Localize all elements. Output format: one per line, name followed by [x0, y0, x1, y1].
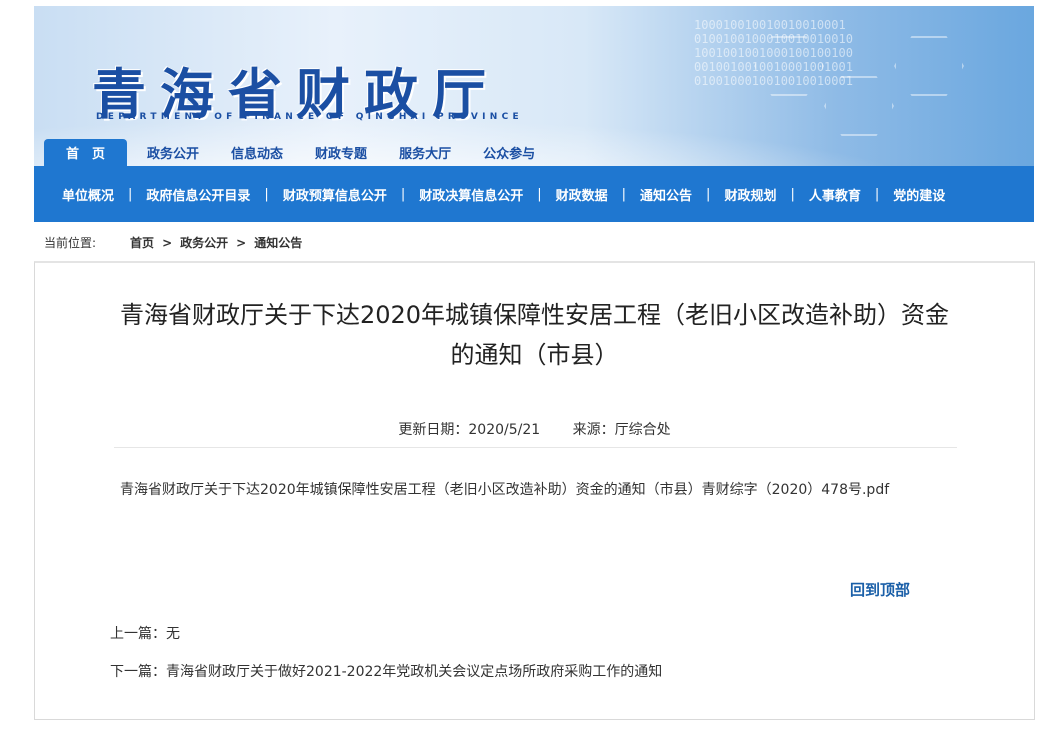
subnav-item-info-catalog[interactable]: 政府信息公开目录: [146, 185, 250, 204]
site-logo-subtitle: DEPARTMENT OF FINANCE OF QINGHAI PROVINC…: [96, 112, 523, 122]
subnav-separator: |: [537, 186, 542, 202]
subnav-item-final-accounts[interactable]: 财政决算信息公开: [419, 185, 523, 204]
next-article-link[interactable]: 下一篇：青海省财政厅关于做好2021-2022年党政机关会议定点场所政府采购工作…: [110, 661, 662, 681]
subnav-item-party-building[interactable]: 党的建设: [893, 185, 945, 204]
subnav-item-finance-data[interactable]: 财政数据: [556, 185, 608, 204]
tab-finance-topics[interactable]: 财政专题: [299, 139, 383, 166]
breadcrumb-label: 当前位置:: [44, 236, 97, 250]
subnav-separator: |: [264, 186, 269, 202]
breadcrumb-arrow: >: [236, 235, 247, 250]
meta-divider: [114, 447, 957, 448]
article-source: 来源：厅综合处: [572, 422, 671, 438]
subnav-separator: |: [874, 186, 880, 202]
article-updated-date: 更新日期：2020/5/21: [398, 422, 541, 438]
breadcrumb-link-home[interactable]: 首页: [130, 234, 154, 251]
breadcrumb: 当前位置: 首页 > 政务公开 > 通知公告: [44, 234, 302, 251]
tab-news[interactable]: 信息动态: [215, 139, 299, 166]
subnav-item-unit-overview[interactable]: 单位概况: [62, 185, 114, 204]
back-to-top-link[interactable]: 回到顶部: [850, 579, 910, 600]
article-title-line1: 青海省财政厅关于下达2020年城镇保障性安居工程（老旧小区改造补助）资金: [119, 301, 950, 329]
article-title-line2: 的通知（市县）: [450, 341, 619, 369]
previous-article: 上一篇：无: [110, 626, 180, 642]
subnav-separator: |: [621, 186, 627, 202]
main-tab-nav: 首 页 政务公开 信息动态 财政专题 服务大厅 公众参与: [44, 139, 551, 166]
subnav-item-notices[interactable]: 通知公告: [640, 185, 692, 204]
subnav-item-budget-info[interactable]: 财政预算信息公开: [283, 185, 387, 204]
tab-government-affairs[interactable]: 政务公开: [131, 139, 215, 166]
tab-public-participation[interactable]: 公众参与: [467, 139, 551, 166]
article-panel: 青海省财政厅关于下达2020年城镇保障性安居工程（老旧小区改造补助）资金 的通知…: [34, 261, 1035, 720]
article-meta: 更新日期：2020/5/21 来源：厅综合处: [35, 419, 1034, 439]
subnav-item-hr-education[interactable]: 人事教育: [809, 185, 861, 204]
tab-service-hall[interactable]: 服务大厅: [383, 139, 467, 166]
article-title: 青海省财政厅关于下达2020年城镇保障性安居工程（老旧小区改造补助）资金 的通知…: [35, 295, 1034, 375]
subnav-item-finance-planning[interactable]: 财政规划: [724, 185, 776, 204]
subnav-separator: |: [128, 186, 133, 202]
subnav-separator: |: [790, 186, 795, 202]
subnav-separator: |: [706, 186, 711, 202]
breadcrumb-arrow: >: [162, 235, 173, 250]
header-banner: 100010010010010010001 010010010001001001…: [34, 6, 1034, 166]
tab-home[interactable]: 首 页: [44, 139, 128, 166]
attachment-link[interactable]: 青海省财政厅关于下达2020年城镇保障性安居工程（老旧小区改造补助）资金的通知（…: [114, 475, 944, 505]
breadcrumb-link-notices[interactable]: 通知公告: [254, 234, 302, 251]
breadcrumb-link-government-affairs[interactable]: 政务公开: [180, 234, 228, 251]
subnav-separator: |: [400, 186, 406, 202]
secondary-nav: 单位概况 | 政府信息公开目录 | 财政预算信息公开 | 财政决算信息公开 | …: [34, 166, 1034, 222]
